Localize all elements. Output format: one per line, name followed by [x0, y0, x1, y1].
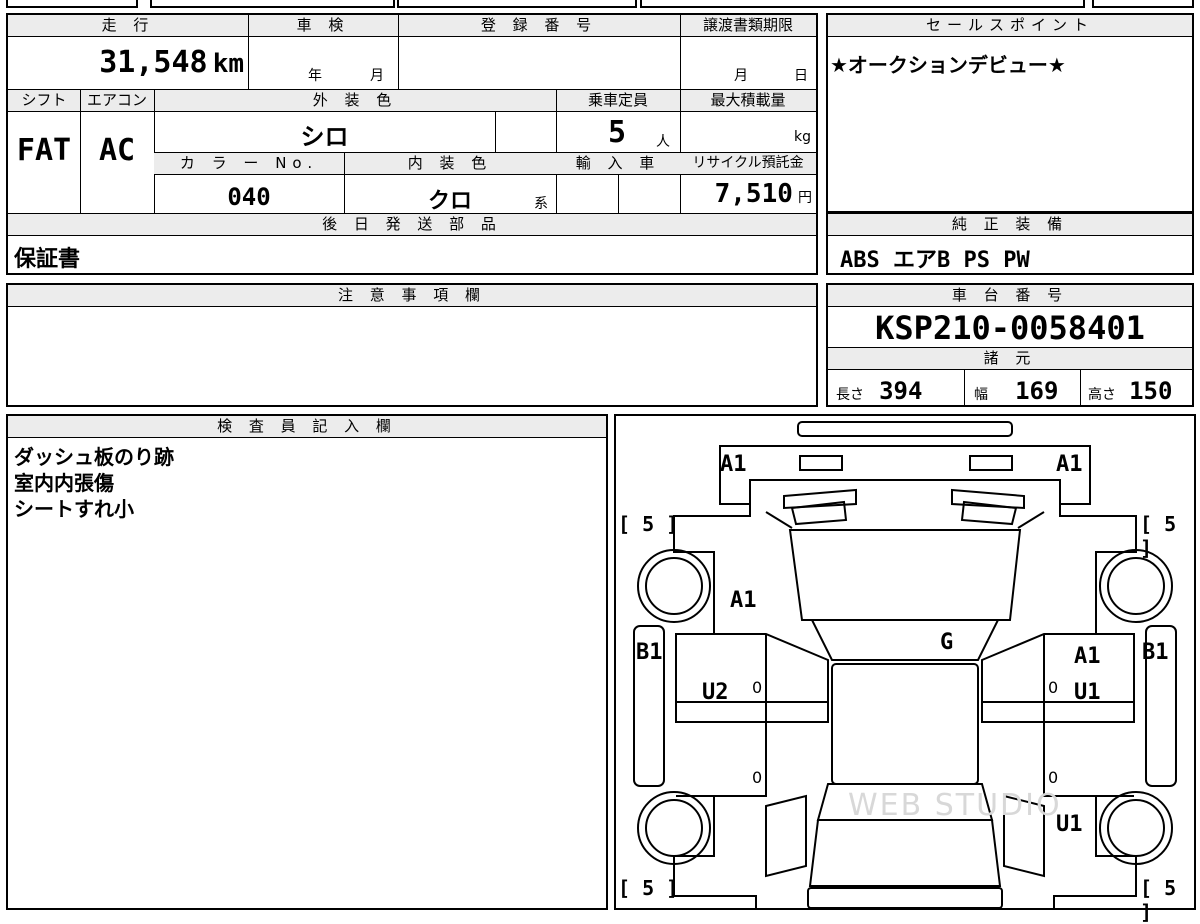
interior-color-label: 内 装 色 — [344, 153, 556, 175]
car-outline — [633, 421, 1177, 908]
damage-a1-hood: A1 — [730, 588, 757, 613]
damage-u2-left-door: U2 — [702, 680, 729, 705]
inspection-month: 月 — [370, 68, 384, 84]
notes-box: 注 意 事 項 欄 — [6, 283, 818, 407]
top-strip — [640, 0, 1085, 8]
recycle-value: 7,510 — [714, 179, 793, 209]
registration-label: 登 録 番 号 — [398, 15, 680, 37]
capacity-label: 乗車定員 — [556, 90, 680, 112]
height-value: 150 — [1129, 377, 1173, 405]
damage-g-windshield: G — [940, 630, 954, 655]
damage-a1-right-door: A1 — [1074, 644, 1101, 669]
damage-b1-left: B1 — [636, 640, 663, 665]
shift-label: シフト — [8, 90, 80, 112]
length-label: 長さ — [836, 387, 864, 403]
sales-point-label: セールスポイント — [828, 15, 1192, 37]
inspector-label: 検 査 員 記 入 欄 — [8, 416, 606, 438]
inspection-label: 車 検 — [248, 15, 398, 37]
specs-label: 諸 元 — [828, 348, 1192, 370]
color-no-value: 040 — [227, 183, 271, 211]
inspection-year: 年 — [308, 68, 322, 84]
equipment-box: 純 正 装 備 ABS エアB PS PW — [826, 212, 1194, 275]
top-strip — [397, 0, 637, 8]
damage-a1-front-left: A1 — [720, 452, 747, 477]
max-load-unit: kg — [794, 129, 811, 145]
width-label: 幅 — [974, 387, 988, 403]
later-parts-value: 保証書 — [14, 247, 81, 272]
inspector-box: 検 査 員 記 入 欄 ダッシュ板のり跡 室内内張傷 シートすれ小 — [6, 414, 608, 910]
door-handle-mark: 0 — [752, 678, 763, 697]
import-label: 輸 入 車 — [556, 153, 680, 175]
inspector-line: シートすれ小 — [14, 497, 134, 521]
chassis-box: 車 台 番 号 KSP210-0058401 諸 元 長さ 394 幅 169 … — [826, 283, 1194, 407]
car-damage-diagram: A1 A1 [ 5 ] [ 5 ] [ 5 ] [ 5 ] A1 G B1 B1… — [614, 414, 1196, 924]
tire-front-right: [ 5 ] — [1140, 512, 1177, 560]
transfer-deadline-label: 譲渡書類期限 — [680, 15, 816, 37]
mileage-value: 31,548 — [99, 45, 208, 80]
door-handle-mark: 0 — [752, 768, 763, 787]
sales-point-box: セールスポイント ★オークションデビュー★ — [826, 13, 1194, 213]
recycle-unit: 円 — [798, 190, 812, 206]
capacity-value: 5 — [608, 115, 627, 150]
chassis-label: 車 台 番 号 — [828, 285, 1192, 307]
door-handle-mark: 0 — [1048, 678, 1059, 697]
top-strip — [150, 0, 395, 8]
ac-label: エアコン — [80, 90, 154, 112]
door-handle-mark: 0 — [1048, 768, 1059, 787]
width-value: 169 — [1015, 377, 1059, 405]
damage-a1-front-right: A1 — [1056, 452, 1083, 477]
top-strip — [1092, 0, 1194, 8]
transfer-day: 日 — [794, 68, 808, 84]
max-load-label: 最大積載量 — [680, 90, 816, 112]
tire-rear-left: [ 5 ] — [618, 876, 679, 900]
chassis-value: KSP210-0058401 — [875, 309, 1145, 347]
capacity-unit: 人 — [656, 134, 670, 150]
mileage-label: 走 行 — [8, 15, 248, 37]
exterior-color-value: シロ — [300, 123, 349, 151]
later-parts-label: 後 日 発 送 部 品 — [8, 214, 816, 236]
shift-value: FAT — [16, 133, 72, 168]
tire-front-left: [ 5 ] — [618, 512, 679, 536]
ac-value: AC — [98, 133, 136, 168]
length-value: 394 — [879, 377, 923, 405]
recycle-label: リサイクル預託金 — [680, 153, 816, 175]
watermark: WEB STUDIO — [848, 788, 1062, 823]
inspector-line: 室内内張傷 — [14, 471, 114, 495]
height-label: 高さ — [1088, 387, 1116, 403]
inspector-line: ダッシュ板のり跡 — [14, 445, 174, 469]
equipment-label: 純 正 装 備 — [828, 214, 1192, 236]
sales-point-value: ★オークションデビュー★ — [830, 53, 1066, 77]
equipment-value: ABS エアB PS PW — [840, 248, 1030, 273]
mileage-unit: km — [212, 49, 244, 79]
exterior-color-label: 外 装 色 — [154, 90, 556, 112]
transfer-month: 月 — [734, 68, 748, 84]
damage-b1-right: B1 — [1142, 640, 1169, 665]
interior-color-suffix: 系 — [534, 196, 548, 212]
tire-rear-right: [ 5 ] — [1140, 876, 1177, 924]
vehicle-info-table: 走 行 車 検 登 録 番 号 譲渡書類期限 31,548 km 年 月 月 日… — [6, 13, 818, 275]
color-no-label: カ ラ ー No. — [154, 153, 344, 175]
damage-u1-right-door: U1 — [1074, 680, 1101, 705]
notes-label: 注 意 事 項 欄 — [8, 285, 816, 307]
interior-color-value: クロ — [427, 189, 472, 214]
top-strip — [6, 0, 138, 8]
